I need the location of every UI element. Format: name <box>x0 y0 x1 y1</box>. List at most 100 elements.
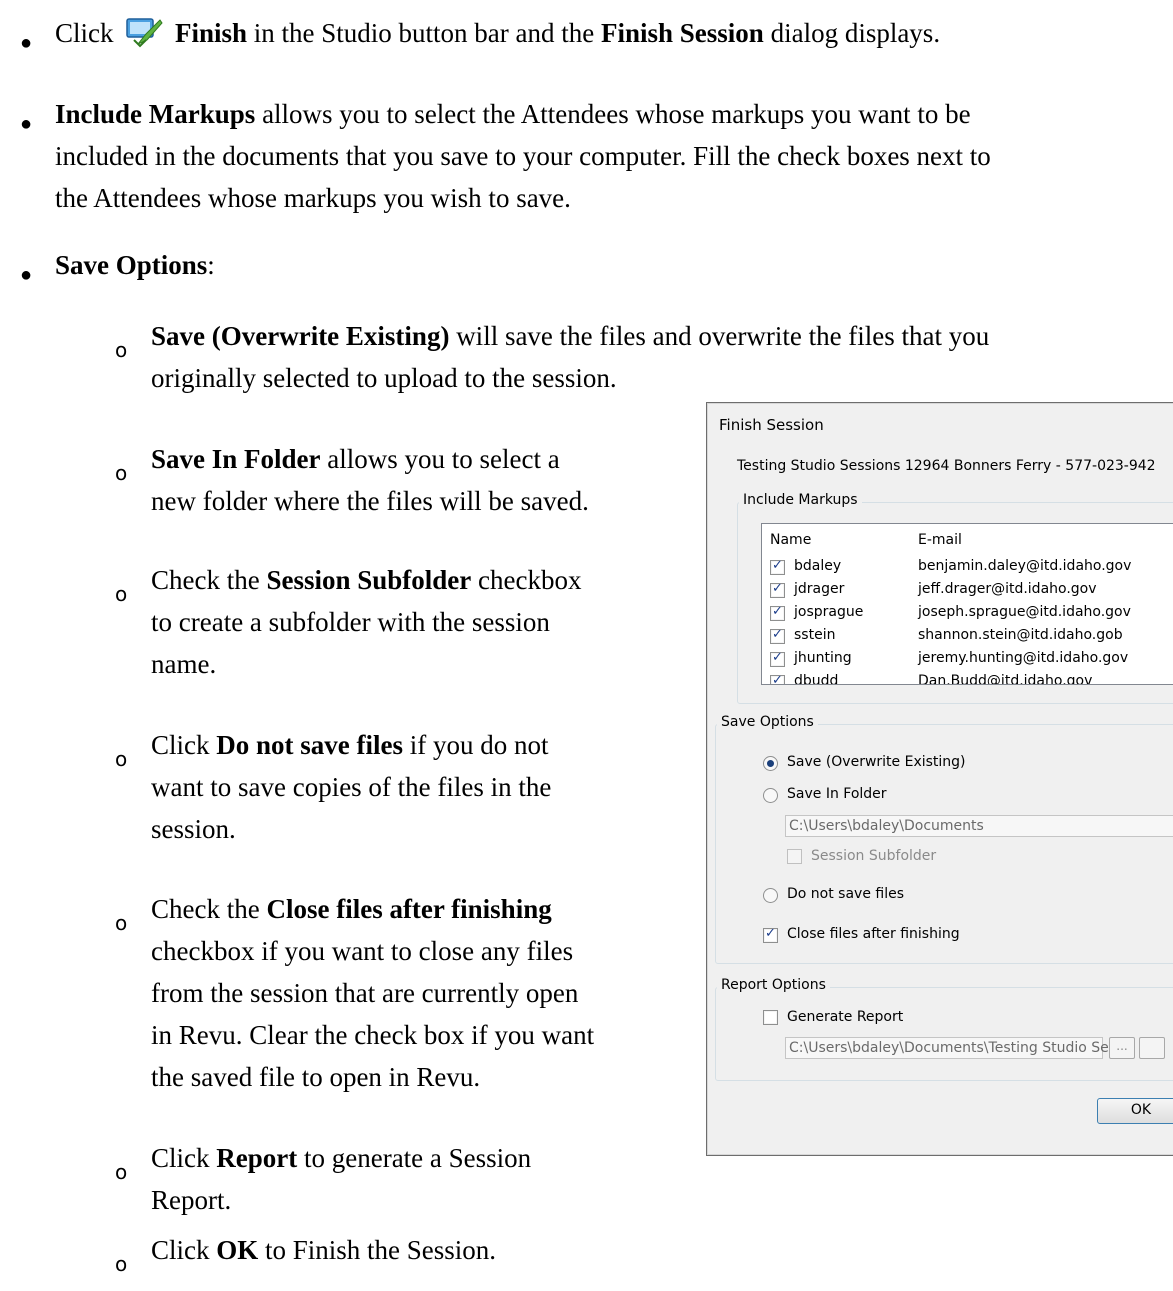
sub-item-report: Click Report to generate a Session <box>151 1137 531 1179</box>
sub-item-text: Click <box>151 1143 210 1173</box>
sub-item-overwrite: Save (Overwrite Existing) will save the … <box>151 315 989 357</box>
sub-item-strong: Report <box>216 1143 298 1173</box>
attendee-email: Dan.Budd@itd.idaho.gov <box>918 673 1093 685</box>
sub-item-text: checkbox if you want to close any files <box>151 936 574 966</box>
attendee-row[interactable]: jhunting jeremy.hunting@itd.idaho.gov <box>762 648 1173 671</box>
attendee-name: bdaley <box>794 558 842 574</box>
sub-marker: o <box>115 747 128 771</box>
bullet-text: Click <box>55 18 114 48</box>
bullet-marker: ● <box>20 32 33 54</box>
bullet-text: the Attendees whose markups you wish to … <box>55 183 571 213</box>
sub-item-text: will save the files and overwrite the fi… <box>456 321 990 351</box>
bullet-text: included in the documents that you save … <box>55 141 991 171</box>
sub-item-text: Click <box>151 730 210 760</box>
bullet-finish: Click Finish in the Studio button bar an… <box>55 12 940 54</box>
sub-item-text: name. <box>151 649 217 679</box>
report-path-value: C:\Users\bdaley\Documents\Testing Studio… <box>789 1040 1109 1056</box>
options-button[interactable] <box>1139 1037 1165 1059</box>
sub-item-text: allows you to select a <box>327 444 560 474</box>
sub-item-text: originally selected to upload to the ses… <box>151 363 617 393</box>
attendee-email: benjamin.daley@itd.idaho.gov <box>918 558 1132 574</box>
attendee-email: jeff.drager@itd.idaho.gov <box>918 581 1097 597</box>
sub-item-text: to Finish the Session. <box>265 1235 497 1265</box>
sub-item-strong: Save In Folder <box>151 444 321 474</box>
attendee-checkbox[interactable] <box>770 627 785 644</box>
attendee-checkbox[interactable] <box>770 673 785 684</box>
generate-report-checkbox[interactable] <box>763 1010 778 1025</box>
sub-item-session-subfolder: Check the Session Subfolder checkbox <box>151 559 581 601</box>
attendee-row[interactable]: josprague joseph.sprague@itd.idaho.gov <box>762 602 1173 625</box>
column-header-email[interactable]: E-mail <box>918 532 962 548</box>
radio-overwrite-label[interactable]: Save (Overwrite Existing) <box>787 754 966 770</box>
save-options-group-label: Save Options <box>717 714 818 730</box>
attendee-name: dbudd <box>794 673 839 685</box>
radio-save-in-folder[interactable] <box>763 788 778 803</box>
sub-item-strong: Session Subfolder <box>266 565 472 595</box>
sub-item-strong: OK <box>216 1235 259 1265</box>
finish-session-icon <box>126 18 163 48</box>
finish-session-dialog: Finish Session Testing Studio Sessions 1… <box>706 402 1173 1156</box>
dialog-title: Finish Session <box>719 416 824 434</box>
generate-report-label[interactable]: Generate Report <box>787 1009 903 1025</box>
sub-marker: o <box>115 461 128 485</box>
sub-item-text: Report. <box>151 1185 232 1215</box>
close-files-checkbox[interactable] <box>763 926 778 943</box>
attendee-email: joseph.sprague@itd.idaho.gov <box>918 604 1131 620</box>
sub-item-text: from the session that are currently open <box>151 978 579 1008</box>
attendee-email: shannon.stein@itd.idaho.gob <box>918 627 1123 643</box>
sub-marker: o <box>115 1160 128 1184</box>
attendee-checkbox[interactable] <box>770 650 785 667</box>
attendee-row[interactable]: bdaley benjamin.daley@itd.idaho.gov <box>762 556 1173 579</box>
bullet-text: dialog displays. <box>770 18 941 48</box>
radio-overwrite[interactable] <box>763 756 778 771</box>
sub-item-text: new folder where the files will be saved… <box>151 486 589 516</box>
bullet-include-markups: Include Markups allows you to select the… <box>55 93 971 135</box>
attendee-email: jeremy.hunting@itd.idaho.gov <box>918 650 1129 666</box>
report-options-group-label: Report Options <box>717 977 830 993</box>
sub-item-text: to generate a Session <box>303 1143 532 1173</box>
close-files-label[interactable]: Close files after finishing <box>787 926 960 942</box>
sub-marker: o <box>115 1252 128 1276</box>
bullet-save-options: Save Options: <box>55 244 215 286</box>
attendee-name: sstein <box>794 627 836 643</box>
sub-item-close-files: Check the Close files after finishing <box>151 888 552 930</box>
folder-path-value: C:\Users\bdaley\Documents <box>789 818 984 834</box>
attendee-checkbox[interactable] <box>770 604 785 621</box>
sub-item-strong: Close files after finishing <box>266 894 552 924</box>
finish-label: Finish <box>175 18 248 48</box>
attendee-row[interactable]: dbudd Dan.Budd@itd.idaho.gov <box>762 671 1173 685</box>
session-subfolder-label[interactable]: Session Subfolder <box>811 848 936 864</box>
attendee-name: josprague <box>794 604 864 620</box>
attendee-list[interactable]: Name E-mail bdaley benjamin.daley@itd.id… <box>761 523 1173 685</box>
attendee-checkbox[interactable] <box>770 581 785 598</box>
column-header-name[interactable]: Name <box>770 532 811 548</box>
sub-marker: o <box>115 911 128 935</box>
sub-marker: o <box>115 582 128 606</box>
sub-item-text: want to save copies of the files in the <box>151 772 552 802</box>
sub-item-save-in-folder: Save In Folder allows you to select a <box>151 438 560 480</box>
save-options-label: Save Options <box>55 250 208 280</box>
bullet-marker: ● <box>20 113 33 135</box>
sub-item-strong: Save (Overwrite Existing) <box>151 321 450 351</box>
attendee-name: jhunting <box>794 650 852 666</box>
radio-do-not-save[interactable] <box>763 888 778 903</box>
bullet-text: in the Studio button bar and the <box>253 18 595 48</box>
ok-button[interactable]: OK <box>1097 1098 1173 1124</box>
session-subfolder-checkbox[interactable] <box>787 849 802 864</box>
sub-item-text: to create a subfolder with the session <box>151 607 550 637</box>
sub-item-text: Click <box>151 1235 210 1265</box>
sub-item-text: if you do not <box>409 730 549 760</box>
report-options-group <box>715 987 1173 1081</box>
radio-save-in-folder-label[interactable]: Save In Folder <box>787 786 887 802</box>
attendee-name: jdrager <box>794 581 845 597</box>
attendee-checkbox[interactable] <box>770 558 785 575</box>
bullet-text: : <box>207 250 215 280</box>
sub-item-text: the saved file to open in Revu. <box>151 1062 481 1092</box>
browse-button[interactable]: ... <box>1109 1037 1135 1059</box>
sub-item-do-not-save: Click Do not save files if you do not <box>151 724 548 766</box>
session-name: Testing Studio Sessions 12964 Bonners Fe… <box>737 458 1156 474</box>
attendee-row[interactable]: jdrager jeff.drager@itd.idaho.gov <box>762 579 1173 602</box>
sub-item-text: Check the <box>151 565 260 595</box>
attendee-row[interactable]: sstein shannon.stein@itd.idaho.gob <box>762 625 1173 648</box>
radio-do-not-save-label[interactable]: Do not save files <box>787 886 904 902</box>
